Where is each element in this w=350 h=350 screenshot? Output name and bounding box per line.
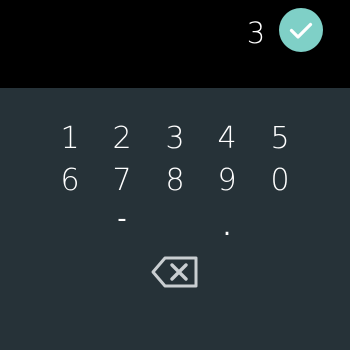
confirm-button[interactable] (279, 8, 323, 52)
key-3[interactable]: 3 (155, 119, 195, 159)
backspace-button[interactable] (150, 254, 202, 290)
checkmark-icon (279, 8, 323, 52)
entry-header: 3 (0, 0, 350, 88)
number-picker-screen: 3 1 2 3 4 5 6 7 8 9 0 - . (0, 0, 350, 350)
key-5[interactable]: 5 (260, 119, 300, 159)
entered-number: 3 (246, 16, 266, 50)
backspace-icon (151, 256, 198, 288)
keypad: 1 2 3 4 5 6 7 8 9 0 - . (0, 88, 350, 350)
key-6[interactable]: 6 (50, 161, 90, 201)
key-0[interactable]: 0 (260, 161, 300, 201)
key-1[interactable]: 1 (50, 119, 90, 159)
key-8[interactable]: 8 (155, 161, 195, 201)
key-9[interactable]: 9 (207, 161, 247, 201)
key-4[interactable]: 4 (207, 119, 247, 159)
key-minus[interactable]: - (102, 204, 142, 234)
key-2[interactable]: 2 (102, 119, 142, 159)
key-decimal[interactable]: . (207, 212, 247, 242)
key-7[interactable]: 7 (102, 161, 142, 201)
